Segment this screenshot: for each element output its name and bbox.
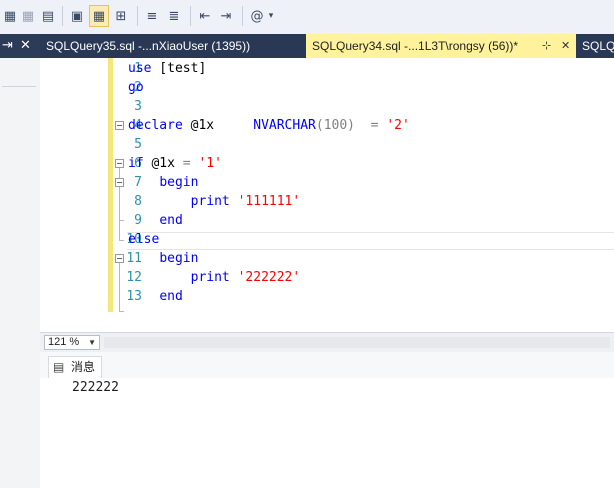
fold-toggle-icon[interactable] [115,254,124,263]
code-line: print '111111' [128,192,301,211]
pin-icon[interactable]: ⇥ [2,38,13,53]
code-line: use [test] [128,59,206,78]
line-number: 3 [134,99,142,114]
keyword: end [159,289,183,304]
tab-sqlquery35[interactable]: SQLQuery35.sql -...nXiaoUser (1395)) [40,34,302,58]
results-to-file-icon[interactable]: ⊞ [111,5,131,27]
editor-status-bar: 121 % ▼ [40,332,614,353]
code-line: go [128,78,144,97]
tab-label: 消息 [71,360,96,374]
execute-plan-icon[interactable]: ▤ [38,5,58,27]
horizontal-scrollbar[interactable] [104,337,610,348]
panel-divider [2,86,36,87]
code-line: begin [128,173,198,192]
tab-sqlquery3[interactable]: SQLQuery3 [576,34,614,58]
toolbar-separator [190,6,191,26]
variable: @1x [143,156,183,171]
keyword: print [190,194,230,209]
code-line: else [128,230,159,249]
code-line: begin [128,249,198,268]
operator: = [355,118,387,133]
string-literal: '222222' [229,270,301,285]
toolbar-separator [242,6,243,26]
code-line: end [128,287,183,306]
pin-icon[interactable]: ⊹ [542,34,551,58]
keyword: else [128,232,160,247]
keyword: begin [159,251,199,266]
zoom-dropdown[interactable]: 121 % ▼ [44,335,100,350]
panel-header: ⇥ ✕ [0,34,40,58]
string-literal: '2' [386,118,410,133]
data-type: NVARCHAR [253,118,316,133]
current-line-highlight [127,232,614,250]
keyword: declare [128,118,183,133]
operator: = [182,156,199,171]
keyword: print [190,270,230,285]
object-explorer-panel: ⇥ ✕ [0,34,41,488]
fold-toggle-icon[interactable] [115,178,124,187]
specify-values-icon[interactable]: @ [247,5,267,27]
fold-guide [119,187,120,240]
tab-sqlquery34[interactable]: SQLQuery34.sql -...1L3T\rongsy (56))* [306,34,576,58]
close-icon[interactable]: ✕ [561,34,570,58]
code-text: [test] [151,61,207,76]
keyword: begin [159,175,199,190]
outdent-icon[interactable]: ⇤ [195,5,215,27]
fold-guide [119,263,120,311]
tab-messages[interactable]: ▤ 消息 [48,356,102,378]
type-length: (100) [315,118,356,133]
fold-guide [119,220,124,221]
string-literal: '1' [198,156,222,171]
line-number: 5 [134,137,142,152]
toolbar: ▦ ▦ ▤ ▣ ▦ ⊞ ≡ ≣ ⇤ ⇥ @ ▾ [0,0,614,35]
chevron-down-icon: ▼ [88,338,96,347]
code-line: declare @1x NVARCHAR(100) = '2' [128,116,410,135]
comment-icon[interactable]: ≡ [142,5,162,27]
code-editor[interactable]: 1 2 3 4 5 6 7 8 9 10 11 12 13 use [test]… [40,58,614,332]
code-line: if @1x = '1' [128,154,222,173]
fold-toggle-icon[interactable] [115,121,124,130]
keyword: go [128,80,144,95]
keyword: if [128,156,144,171]
more-icon[interactable]: ▾ [265,5,277,27]
grid-disabled-icon[interactable]: ▦ [18,5,38,27]
fold-toggle-icon[interactable] [115,159,124,168]
grid-icon[interactable]: ▦ [0,5,20,27]
fold-guide [119,168,120,178]
variable: @1x [182,118,254,133]
string-literal: '111111' [229,194,301,209]
close-icon[interactable]: ✕ [20,38,31,53]
indent-icon[interactable]: ⇥ [216,5,236,27]
code-line: end [128,211,183,230]
results-to-grid-icon[interactable]: ▦ [89,5,109,27]
keyword: use [128,61,152,76]
toolbar-separator [62,6,63,26]
code-line: print '222222' [128,268,301,287]
results-to-text-icon[interactable]: ▣ [67,5,87,27]
message-output: 222222 [72,380,119,395]
fold-guide [119,240,124,241]
uncomment-icon[interactable]: ≣ [164,5,184,27]
results-tab-strip: ▤ 消息 [40,352,614,379]
document-tabs: SQLQuery35.sql -...nXiaoUser (1395)) SQL… [40,34,614,58]
tab-label: SQLQuery34.sql -...1L3T\rongsy (56))* [312,39,519,53]
fold-guide [119,311,124,312]
keyword: end [159,213,183,228]
toolbar-separator [137,6,138,26]
zoom-value: 121 % [48,336,80,348]
messages-pane[interactable]: 222222 [40,378,614,488]
messages-icon: ▤ [53,360,65,374]
